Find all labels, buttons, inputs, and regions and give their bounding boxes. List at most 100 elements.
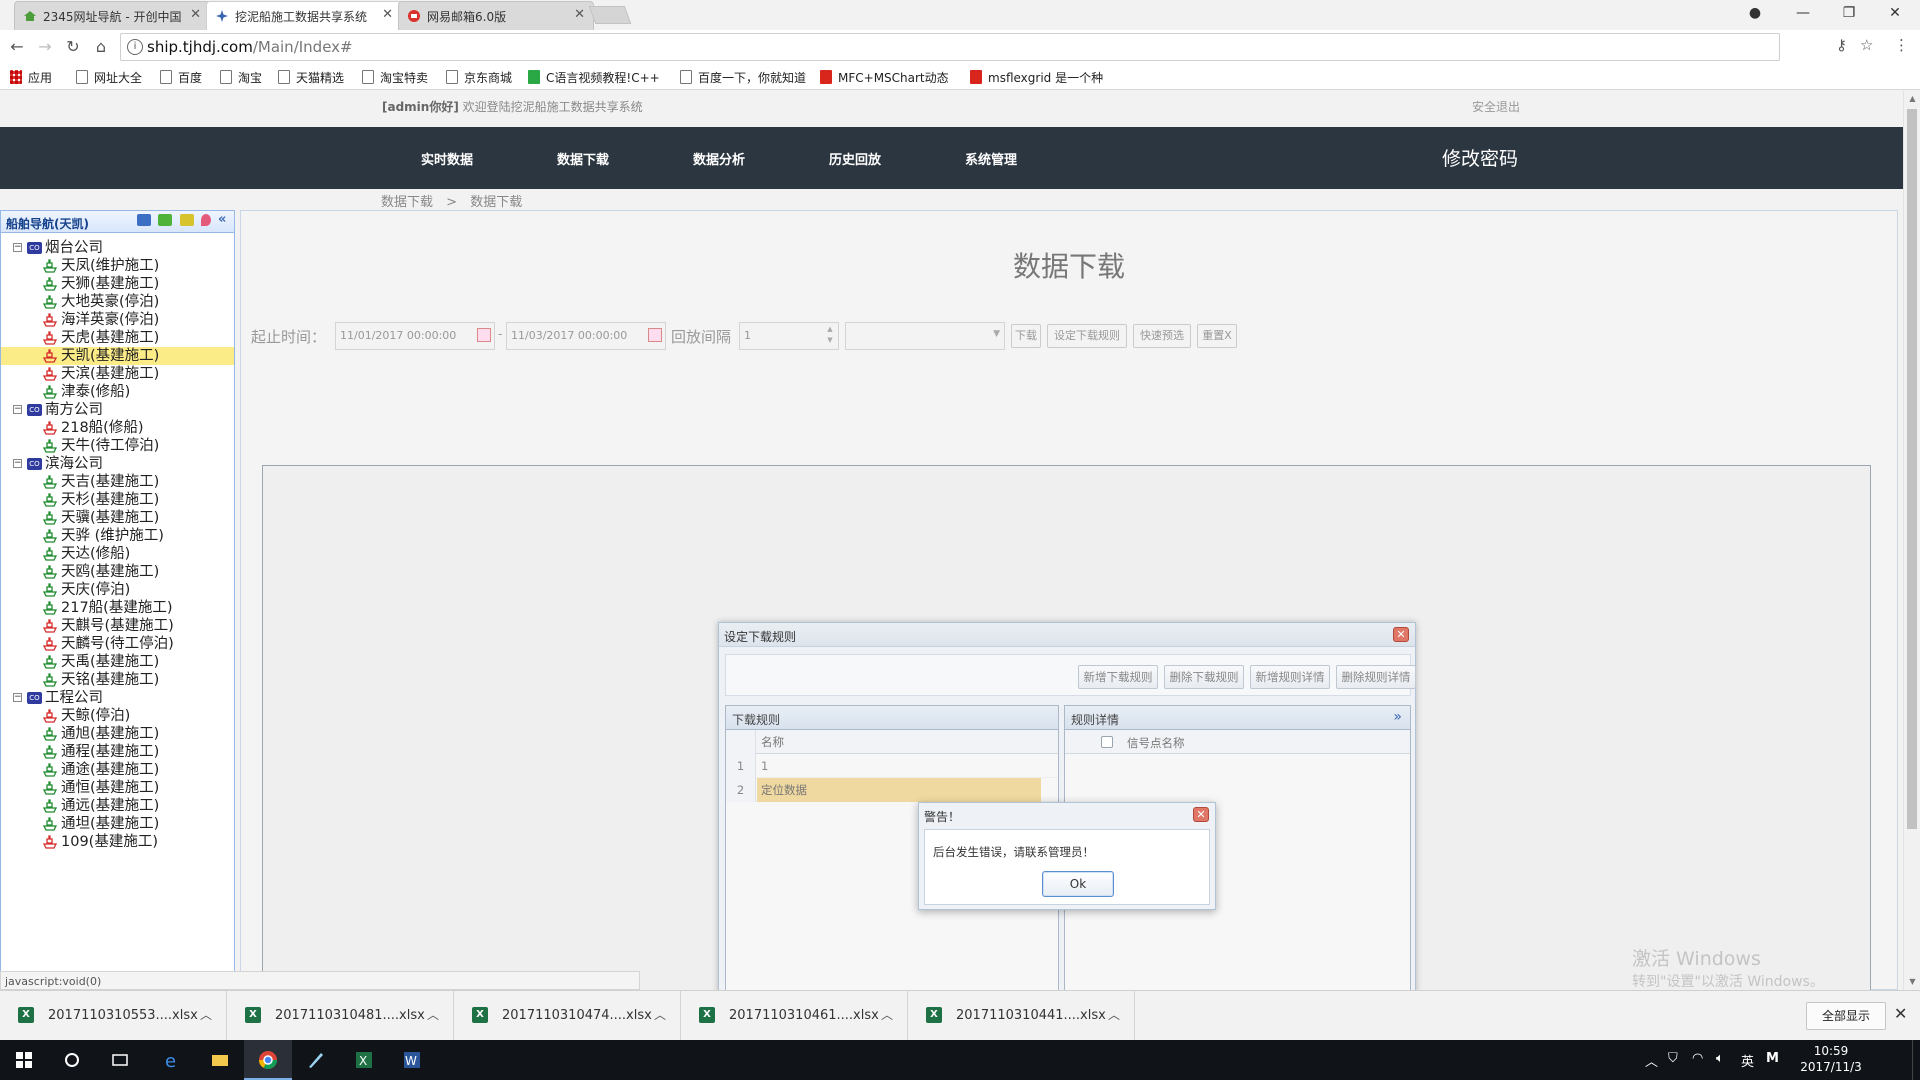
mail-m-icon[interactable]: M [1766, 1051, 1779, 1066]
tree-ship-node[interactable]: 天凤(维护施工) [1, 257, 234, 275]
chevron-up-icon[interactable]: ︿ [200, 1006, 212, 1023]
browser-tab-163-mail[interactable]: 网易邮箱6.0版 ✕ [398, 1, 594, 30]
bookmark-item[interactable]: 天猫精选 [278, 69, 344, 85]
add-rule-detail-button[interactable]: 新增规则详情 [1250, 665, 1330, 689]
nav-data-download[interactable]: 数据下载 [557, 149, 609, 168]
start-button[interactable] [0, 1040, 48, 1080]
tree-ship-node[interactable]: 天庆(停泊) [1, 581, 234, 599]
minimize-button[interactable]: — [1780, 0, 1826, 28]
tree-ship-node[interactable]: 天麒号(基建施工) [1, 617, 234, 635]
tree-ship-node[interactable]: 217船(基建施工) [1, 599, 234, 617]
restore-button[interactable]: ❐ [1826, 0, 1872, 28]
chevron-up-icon[interactable]: ︿ [1108, 1006, 1120, 1023]
start-time-input[interactable]: 11/01/2017 00:00:00 [335, 322, 495, 350]
new-tab-button[interactable] [588, 6, 632, 24]
pen-app-taskbar-item[interactable] [292, 1040, 340, 1080]
task-view-button[interactable] [96, 1040, 144, 1080]
tree-ship-node[interactable]: 天凯(基建施工) [1, 347, 234, 365]
tree-ship-node[interactable]: 通旭(基建施工) [1, 725, 234, 743]
signal-name-column-header[interactable]: 信号点名称 [1127, 735, 1185, 751]
tab-close-icon[interactable]: ✕ [574, 7, 585, 22]
tree-ship-node[interactable]: 天吉(基建施工) [1, 473, 234, 491]
tree-ship-node[interactable]: 通恒(基建施工) [1, 779, 234, 797]
delete-rule-detail-button[interactable]: 删除规则详情 [1336, 665, 1416, 689]
tree-ship-node[interactable]: 天鲸(停泊) [1, 707, 234, 725]
rule-name-cell[interactable]: 1 [757, 754, 1041, 778]
pro-icon[interactable] [179, 214, 194, 226]
system-clock[interactable]: 10:59 2017/11/3 [1796, 1043, 1866, 1075]
scroll-down-icon[interactable]: ▼ [1904, 974, 1920, 990]
rule-select[interactable]: ▼ [845, 322, 1005, 350]
tree-ship-node[interactable]: 218船(修船) [1, 419, 234, 437]
tree-ship-node[interactable]: 天铭(基建施工) [1, 671, 234, 689]
nav-data-analysis[interactable]: 数据分析 [693, 149, 745, 168]
tree-ship-node[interactable]: 天滨(基建施工) [1, 365, 234, 383]
collapse-toggle-icon[interactable]: − [13, 243, 22, 252]
site-info-icon[interactable]: i [127, 39, 143, 55]
select-all-checkbox[interactable] [1101, 736, 1113, 748]
bookmark-item[interactable]: 百度 [160, 69, 202, 85]
tree-ship-node[interactable]: 109(基建施工) [1, 833, 234, 851]
tree-ship-node[interactable]: 天牛(待工停泊) [1, 437, 234, 455]
tree-ship-node[interactable]: 通坦(基建施工) [1, 815, 234, 833]
tree-ship-node[interactable]: 通途(基建施工) [1, 761, 234, 779]
collapse-toggle-icon[interactable]: − [13, 693, 22, 702]
tree-company-node[interactable]: − CO 工程公司 [1, 689, 234, 707]
spinner-icon[interactable]: ▲ ▼ [824, 324, 836, 348]
bookmark-item[interactable]: 京东商城 [446, 69, 512, 85]
tab-close-icon[interactable]: ✕ [382, 7, 393, 22]
show-all-downloads-button[interactable]: 全部显示 [1806, 1002, 1886, 1030]
bookmark-item[interactable]: C语言视频教程!C++ [528, 69, 660, 85]
show-desktop-button[interactable] [1912, 1040, 1920, 1080]
excel-taskbar-item[interactable]: X [340, 1040, 388, 1080]
expand-right-icon[interactable]: » [1393, 709, 1402, 725]
address-bar[interactable]: i ship.tjhdj.com/Main/Index# [120, 33, 1780, 61]
bookmark-item[interactable]: 淘宝特卖 [362, 69, 428, 85]
change-password-link[interactable]: 修改密码 [1442, 144, 1518, 171]
home-icon[interactable]: ⌂ [90, 36, 112, 58]
chevron-up-icon[interactable]: ︿ [1645, 1051, 1658, 1070]
delete-rule-button[interactable]: 删除下载规则 [1164, 665, 1244, 689]
download-item[interactable]: X 2017110310553....xlsx ︿ [0, 991, 227, 1041]
download-item[interactable]: X 2017110310441....xlsx ︿ [908, 991, 1135, 1041]
volume-icon[interactable]: 🔈︎ [1716, 1051, 1724, 1066]
browser-tab-2345[interactable]: 2345网址导航 - 开创中国 ✕ [14, 1, 210, 30]
ok-button[interactable]: Ok [1042, 871, 1114, 897]
tree-ship-node[interactable]: 天鸥(基建施工) [1, 563, 234, 581]
bookmark-star-icon[interactable]: ☆ [1860, 36, 1873, 54]
file-explorer-taskbar-item[interactable] [196, 1040, 244, 1080]
chrome-taskbar-item[interactable] [244, 1040, 292, 1080]
add-rule-button[interactable]: 新增下载规则 [1078, 665, 1158, 689]
key-icon[interactable]: ⚷ [1836, 36, 1847, 54]
bookmark-item[interactable]: 网址大全 [76, 69, 142, 85]
nav-history-playback[interactable]: 历史回放 [829, 149, 881, 168]
scroll-thumb[interactable] [1907, 109, 1917, 829]
reload-icon[interactable]: ↻ [62, 36, 84, 58]
logout-link[interactable]: 安全退出 [1472, 98, 1520, 115]
tree-ship-node[interactable]: 通程(基建施工) [1, 743, 234, 761]
set-download-rules-button[interactable]: 设定下载规则 [1047, 324, 1127, 348]
location-pin-icon[interactable] [200, 214, 211, 226]
breadcrumb-parent[interactable]: 数据下载 [381, 195, 433, 210]
shield-icon[interactable]: ⛉ [1668, 1051, 1678, 1066]
tree-ship-node[interactable]: 天骅 (维护施工) [1, 527, 234, 545]
tree-ship-node[interactable]: 天杉(基建施工) [1, 491, 234, 509]
bookmark-item[interactable]: MFC+MSChart动态 [820, 69, 949, 85]
nav-realtime-data[interactable]: 实时数据 [421, 149, 473, 168]
tree-company-node[interactable]: − CO 烟台公司 [1, 239, 234, 257]
tree-ship-node[interactable]: 津泰(修船) [1, 383, 234, 401]
download-item[interactable]: X 2017110310481....xlsx ︿ [227, 991, 454, 1041]
tab-close-icon[interactable]: ✕ [190, 7, 201, 22]
tree-ship-node[interactable]: 天麟号(待工停泊) [1, 635, 234, 653]
word-taskbar-item[interactable]: W [388, 1040, 436, 1080]
table-row[interactable]: 2 定位数据 [726, 778, 1058, 802]
tree-ship-node[interactable]: 天达(修船) [1, 545, 234, 563]
name-column-header[interactable]: 名称 [757, 730, 1041, 754]
back-arrow-icon[interactable]: ← [6, 36, 28, 58]
download-item[interactable]: X 2017110310461....xlsx ︿ [681, 991, 908, 1041]
close-icon[interactable]: ✕ [1894, 1004, 1907, 1023]
close-window-button[interactable]: ✕ [1872, 0, 1918, 28]
download-button[interactable]: 下载 [1011, 324, 1041, 348]
table-row[interactable]: 1 1 [726, 754, 1058, 778]
calendar-icon[interactable] [648, 328, 662, 342]
